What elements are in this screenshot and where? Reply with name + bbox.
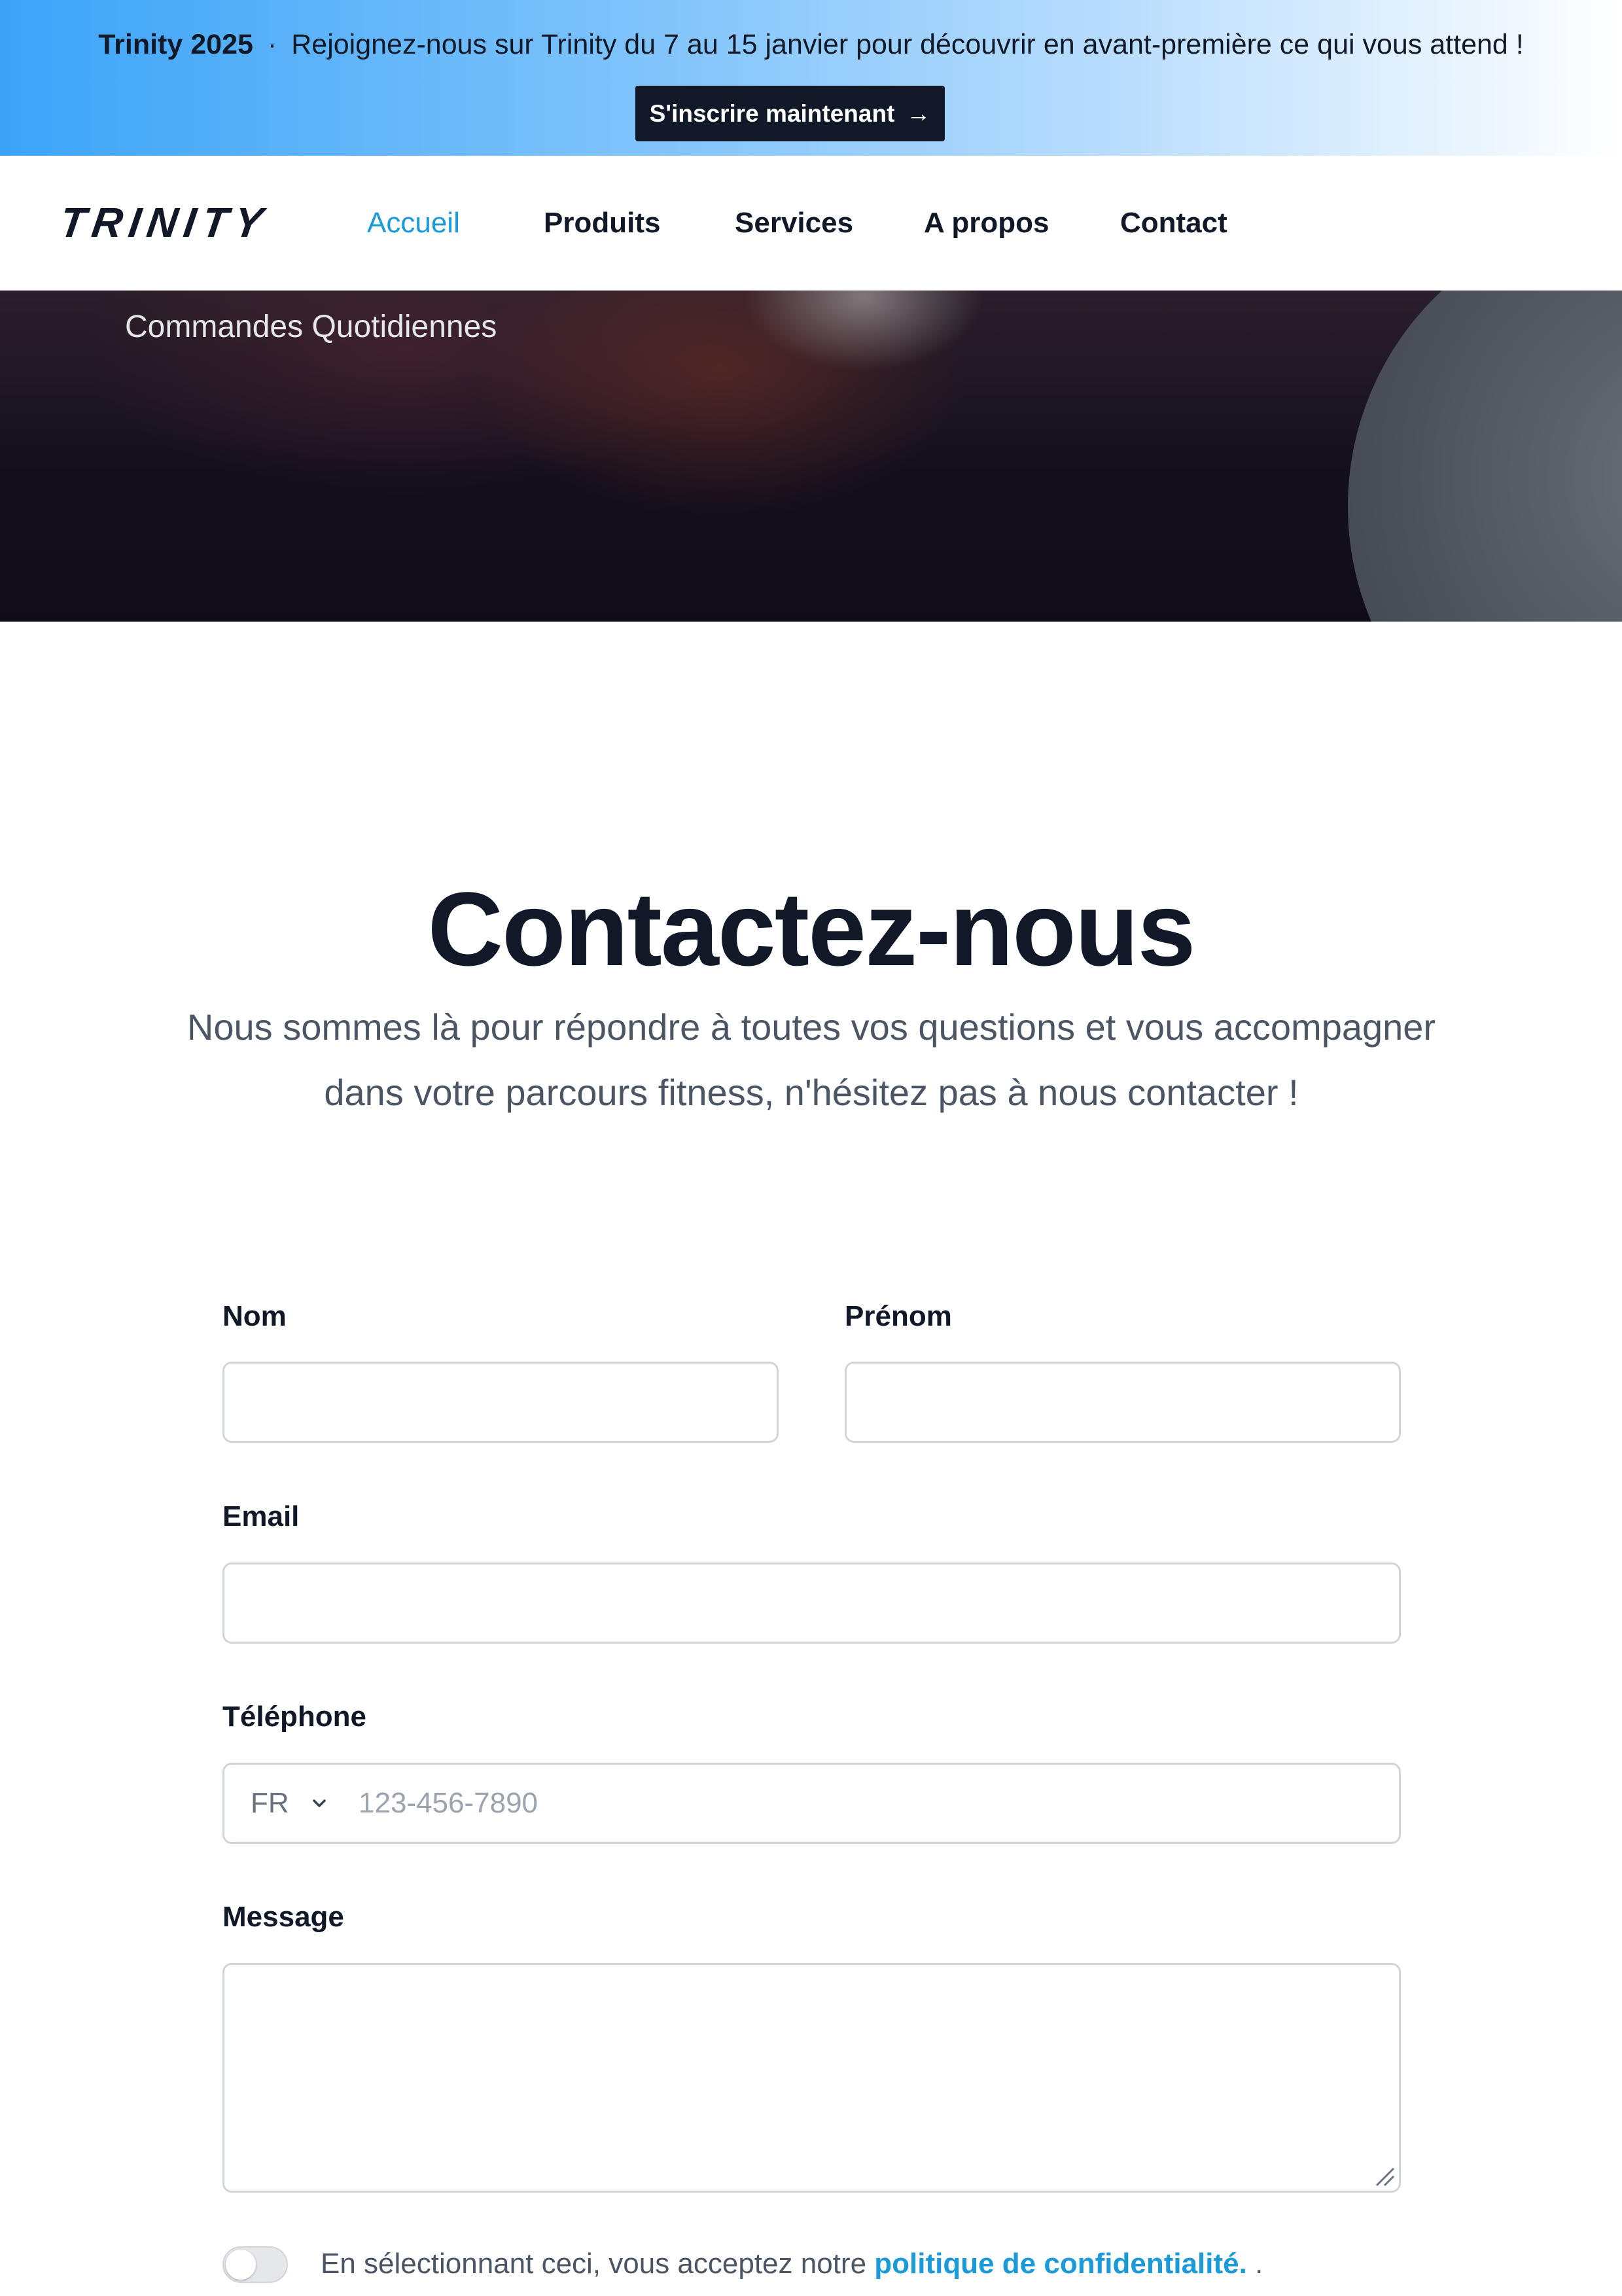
prenom-input[interactable] <box>845 1362 1401 1443</box>
email-input[interactable] <box>222 1563 1401 1644</box>
chevron-down-icon[interactable] <box>311 1795 328 1812</box>
nom-label: Nom <box>222 1300 287 1332</box>
consent-text: En sélectionnant ceci, vous acceptez not… <box>321 2244 1263 2284</box>
banner-brand: Trinity 2025 <box>98 29 253 60</box>
telephone-label: Téléphone <box>222 1701 367 1733</box>
message-label: Message <box>222 1901 344 1933</box>
nom-input[interactable] <box>222 1362 779 1443</box>
privacy-policy-link[interactable]: politique de confidentialité. <box>874 2248 1247 2280</box>
banner-message: Rejoignez-nous sur Trinity du 7 au 15 ja… <box>291 29 1524 60</box>
hero-caption: Commandes Quotidiennes <box>125 309 497 344</box>
nav-item-services[interactable]: Services <box>735 199 853 247</box>
resize-handle-icon[interactable] <box>1373 2164 1396 2188</box>
privacy-toggle[interactable] <box>222 2246 288 2283</box>
nav-item-contact[interactable]: Contact <box>1120 199 1227 247</box>
nav-item-accueil[interactable]: Accueil <box>367 199 460 247</box>
page-title: Contactez-nous <box>427 870 1196 987</box>
banner-text: Trinity 2025 · Rejoignez-nous sur Trinity … <box>0 25 1622 64</box>
hero-decorative-shape <box>1348 291 1622 622</box>
site-header: TRINITY Accueil Produits Services A prop… <box>0 156 1622 291</box>
message-textarea[interactable] <box>222 1963 1401 2193</box>
register-now-label: S'inscrire maintenant <box>649 100 895 127</box>
toggle-knob <box>226 2250 256 2280</box>
phone-field[interactable]: FR 123-456-7890 <box>222 1763 1401 1844</box>
banner-separator: · <box>267 29 277 60</box>
nav-item-produits[interactable]: Produits <box>544 199 660 247</box>
email-label: Email <box>222 1500 300 1532</box>
phone-input[interactable]: 123-456-7890 <box>359 1765 538 1842</box>
country-select[interactable]: FR <box>251 1765 289 1842</box>
page-subtitle: Nous sommes là pour répondre à toutes vo… <box>186 1006 1436 1113</box>
nav-item-a-propos[interactable]: A propos <box>924 199 1049 247</box>
consent-label: En sélectionnant ceci, vous acceptez not… <box>321 2248 867 2280</box>
prenom-label: Prénom <box>845 1300 952 1332</box>
trinity-logo[interactable]: TRINITY <box>56 195 273 250</box>
consent-suffix: . <box>1255 2248 1263 2280</box>
hero-image: Commandes Quotidiennes <box>0 291 1622 622</box>
arrow-right-icon: → <box>906 100 931 127</box>
announcement-banner: Trinity 2025 · Rejoignez-nous sur Trinity … <box>0 0 1622 156</box>
register-now-button[interactable]: S'inscrire maintenant → <box>635 86 945 141</box>
